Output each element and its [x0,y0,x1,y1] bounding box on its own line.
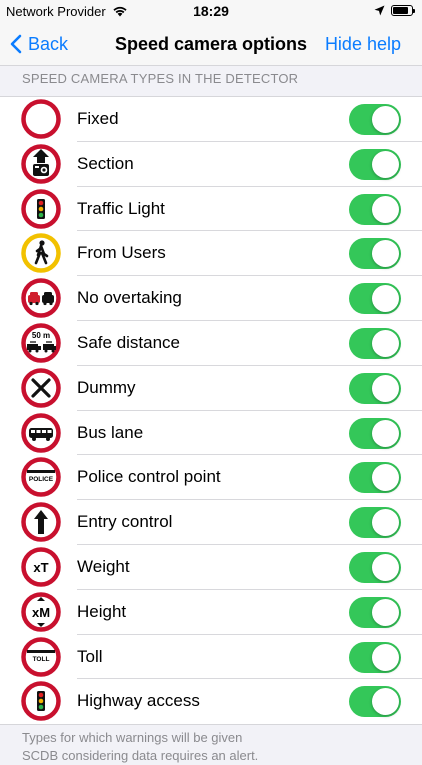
toggle-knob [372,509,399,537]
toggle-knob [372,329,399,357]
list-item: From Users [0,231,422,277]
battery-icon [391,5,415,16]
safe-distance-sign-icon: 50 m [21,323,61,363]
enable-toggle[interactable] [349,417,401,449]
weight-sign-icon: xT [21,547,61,587]
list-item-label: Weight [77,556,130,576]
list-item-label: Fixed [77,109,119,128]
list-item-label: Dummy [77,377,136,397]
list-item-label: Traffic Light [77,198,165,218]
status-bar: Network Provider 18:29 [0,0,422,22]
list-item: TOLL Toll [0,635,422,680]
list-item-label: Height [77,601,127,621]
list-item: Highway access [0,679,422,724]
enable-toggle[interactable] [349,148,401,180]
svg-text:xT: xT [33,560,48,575]
list-item-label: Section [77,153,134,173]
list-item: 50 m Safe distance [0,321,422,366]
pedestrian-sign-icon [21,233,61,274]
section-footer: Types for which warnings will be given S… [22,729,258,765]
section-header: SPEED CAMERA TYPES IN THE DETECTOR [22,71,299,86]
toggle-knob [372,553,399,581]
list-item-label: Police control point [77,467,221,487]
toggle-knob [372,643,399,671]
toll-sign-icon: TOLL [21,636,61,677]
height-sign-icon: xM [21,592,61,632]
back-button-label: Back [28,33,69,54]
hide-help-button[interactable]: Hide help [325,34,401,55]
enable-toggle[interactable] [349,193,401,225]
toggle-knob [372,374,399,402]
list-item-label: Entry control [77,512,173,532]
list-item: Entry control [0,500,422,545]
footer-line-1: Types for which warnings will be given [22,730,243,745]
toggle-knob [372,150,399,178]
list-item: No overtaking [0,276,422,321]
enable-toggle[interactable] [349,507,401,539]
enable-toggle[interactable] [349,551,401,583]
enable-toggle[interactable] [349,238,401,270]
list-item-label: Bus lane [77,422,144,442]
highway-traffic-light-sign-icon [21,681,61,722]
toggle-knob [372,106,399,133]
entry-arrow-sign-icon [21,502,61,542]
enable-toggle[interactable] [349,686,401,718]
list-item: xM Height [0,590,422,635]
list-item-label: No overtaking [77,288,182,308]
enable-toggle[interactable] [349,372,401,404]
svg-text:50 m: 50 m [32,331,50,340]
dummy-sign-icon [21,368,61,408]
police-sign-icon: POLICE [21,457,61,498]
traffic-light-sign-icon [21,188,61,229]
list-item-label: Toll [77,646,103,666]
list-item: Bus lane [0,411,422,456]
list-item: xT Weight [0,545,422,590]
svg-text:TOLL: TOLL [33,656,50,663]
bus-sign-icon [21,412,61,453]
enable-toggle[interactable] [349,327,401,359]
fixed-sign-icon [21,99,61,139]
battery-fill [393,7,408,14]
section-sign-icon [21,144,61,184]
location-arrow-icon [374,5,385,16]
list-item: Traffic Light [0,187,422,232]
toggle-knob [372,598,399,626]
toggle-knob [372,195,399,223]
back-button[interactable]: Back [10,31,68,57]
enable-toggle[interactable] [349,104,401,135]
list-item-label: Safe distance [77,332,181,352]
enable-toggle[interactable] [349,462,401,494]
list-item: Dummy [0,366,422,411]
navigation-bar: Back Speed camera options Hide help [0,22,422,66]
toggle-knob [372,240,399,268]
toggle-knob [372,419,399,447]
toggle-knob [372,688,399,716]
toggle-knob [372,285,399,313]
chevron-left-icon [10,34,22,54]
list-item-label: From Users [77,243,166,263]
svg-text:POLICE: POLICE [29,476,54,483]
list-item: Section [0,142,422,187]
list-item: Fixed [0,97,422,142]
enable-toggle[interactable] [349,596,401,628]
enable-toggle[interactable] [349,641,401,673]
wifi-icon [113,6,127,17]
carrier-label: Network Provider [6,4,106,19]
toggle-knob [372,464,399,492]
list-item-label: Highway access [77,691,200,711]
camera-types-list: Fixed Section Traffic Light From Users No ov… [0,96,422,726]
no-overtaking-sign-icon [21,278,61,318]
svg-text:xM: xM [32,605,50,620]
list-item: POLICE Police control point [0,455,422,501]
enable-toggle[interactable] [349,283,401,315]
